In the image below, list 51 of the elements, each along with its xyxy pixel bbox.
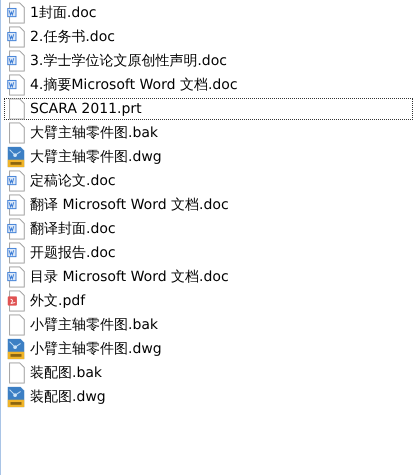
file-item[interactable]: 小臂主轴零件图.dwg — [4, 338, 413, 360]
file-item[interactable]: 小臂主轴零件图.bak — [4, 314, 413, 336]
word-document-icon — [6, 74, 26, 96]
file-item[interactable]: 外文.pdf — [4, 290, 413, 312]
word-document-icon — [6, 170, 26, 192]
file-item[interactable]: 大臂主轴零件图.bak — [4, 122, 413, 144]
file-item[interactable]: 大臂主轴零件图.dwg — [4, 146, 413, 168]
file-name: 2.任务书.doc — [30, 28, 115, 46]
file-item[interactable]: 3.学士学位论文原创性声明.doc — [4, 50, 413, 72]
focused-file-item[interactable]: SCARA 2011.prt — [4, 98, 413, 120]
word-document-icon — [6, 194, 26, 216]
file-name: 翻译 Microsoft Word 文档.doc — [30, 196, 229, 214]
file-item[interactable]: 装配图.bak — [4, 362, 413, 384]
word-document-icon — [6, 50, 26, 72]
blank-file-icon — [6, 98, 26, 120]
file-item[interactable]: 4.摘要Microsoft Word 文档.doc — [4, 74, 413, 96]
drawing-file-icon — [6, 146, 26, 168]
file-name: SCARA 2011.prt — [30, 101, 142, 117]
file-item[interactable]: 2.任务书.doc — [4, 26, 413, 48]
file-item[interactable]: 翻译 Microsoft Word 文档.doc — [4, 194, 413, 216]
file-name: 小臂主轴零件图.dwg — [30, 340, 162, 358]
file-name: 小臂主轴零件图.bak — [30, 316, 158, 334]
file-name: 定稿论文.doc — [30, 172, 116, 190]
blank-file-icon — [6, 362, 26, 384]
file-item[interactable]: 翻译封面.doc — [4, 218, 413, 240]
blank-file-icon — [6, 122, 26, 144]
file-item[interactable]: 装配图.dwg — [4, 386, 413, 408]
drawing-file-icon — [6, 386, 26, 408]
word-document-icon — [6, 242, 26, 264]
file-name: 1封面.doc — [30, 4, 97, 22]
file-item[interactable]: 目录 Microsoft Word 文档.doc — [4, 266, 413, 288]
file-name: 开题报告.doc — [30, 244, 116, 262]
file-name: 3.学士学位论文原创性声明.doc — [30, 52, 227, 70]
file-name: 外文.pdf — [30, 292, 86, 310]
file-name: 4.摘要Microsoft Word 文档.doc — [30, 76, 238, 94]
word-document-icon — [6, 266, 26, 288]
drawing-file-icon — [6, 338, 26, 360]
file-name: 目录 Microsoft Word 文档.doc — [30, 268, 229, 286]
pdf-file-icon — [6, 290, 26, 312]
word-document-icon — [6, 26, 26, 48]
file-item[interactable]: 1封面.doc — [4, 2, 413, 24]
word-document-icon — [6, 218, 26, 240]
file-name: 大臂主轴零件图.dwg — [30, 148, 162, 166]
file-name: 翻译封面.doc — [30, 220, 116, 238]
blank-file-icon — [6, 314, 26, 336]
file-item[interactable]: 定稿论文.doc — [4, 170, 413, 192]
file-name: 装配图.dwg — [30, 388, 106, 406]
file-name: 大臂主轴零件图.bak — [30, 124, 158, 142]
file-item[interactable]: 开题报告.doc — [4, 242, 413, 264]
word-document-icon — [6, 2, 26, 24]
file-name: 装配图.bak — [30, 364, 102, 382]
